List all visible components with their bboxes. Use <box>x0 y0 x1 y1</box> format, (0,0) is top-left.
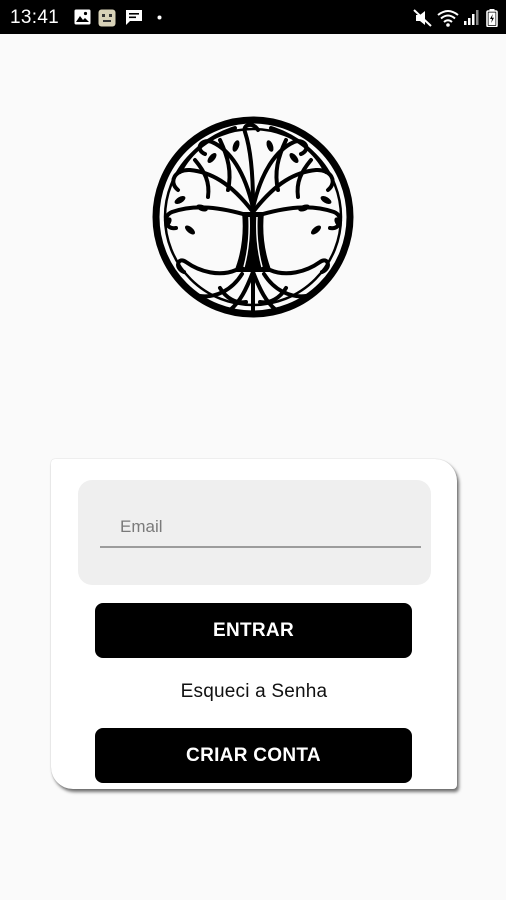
email-field-container <box>78 480 431 585</box>
login-button-label: ENTRAR <box>213 619 294 641</box>
create-account-button[interactable]: CRIAR CONTA <box>95 728 412 783</box>
message-icon <box>126 10 142 25</box>
wifi-icon <box>437 10 459 27</box>
mute-icon <box>413 9 432 27</box>
create-account-button-label: CRIAR CONTA <box>186 744 321 766</box>
dot-icon <box>157 15 162 20</box>
forgot-password-link[interactable]: Esqueci a Senha <box>51 681 457 703</box>
signal-icon <box>464 10 479 25</box>
status-bar: 13:41 <box>0 0 506 34</box>
status-time: 13:41 <box>10 7 60 28</box>
tree-of-life-icon <box>152 116 354 318</box>
login-button[interactable]: ENTRAR <box>95 603 412 658</box>
login-card: ENTRAR Esqueci a Senha CRIAR CONTA <box>51 459 457 789</box>
battery-icon <box>486 9 498 27</box>
face-icon <box>98 9 116 27</box>
email-input[interactable] <box>100 508 421 548</box>
image-icon <box>74 9 91 25</box>
